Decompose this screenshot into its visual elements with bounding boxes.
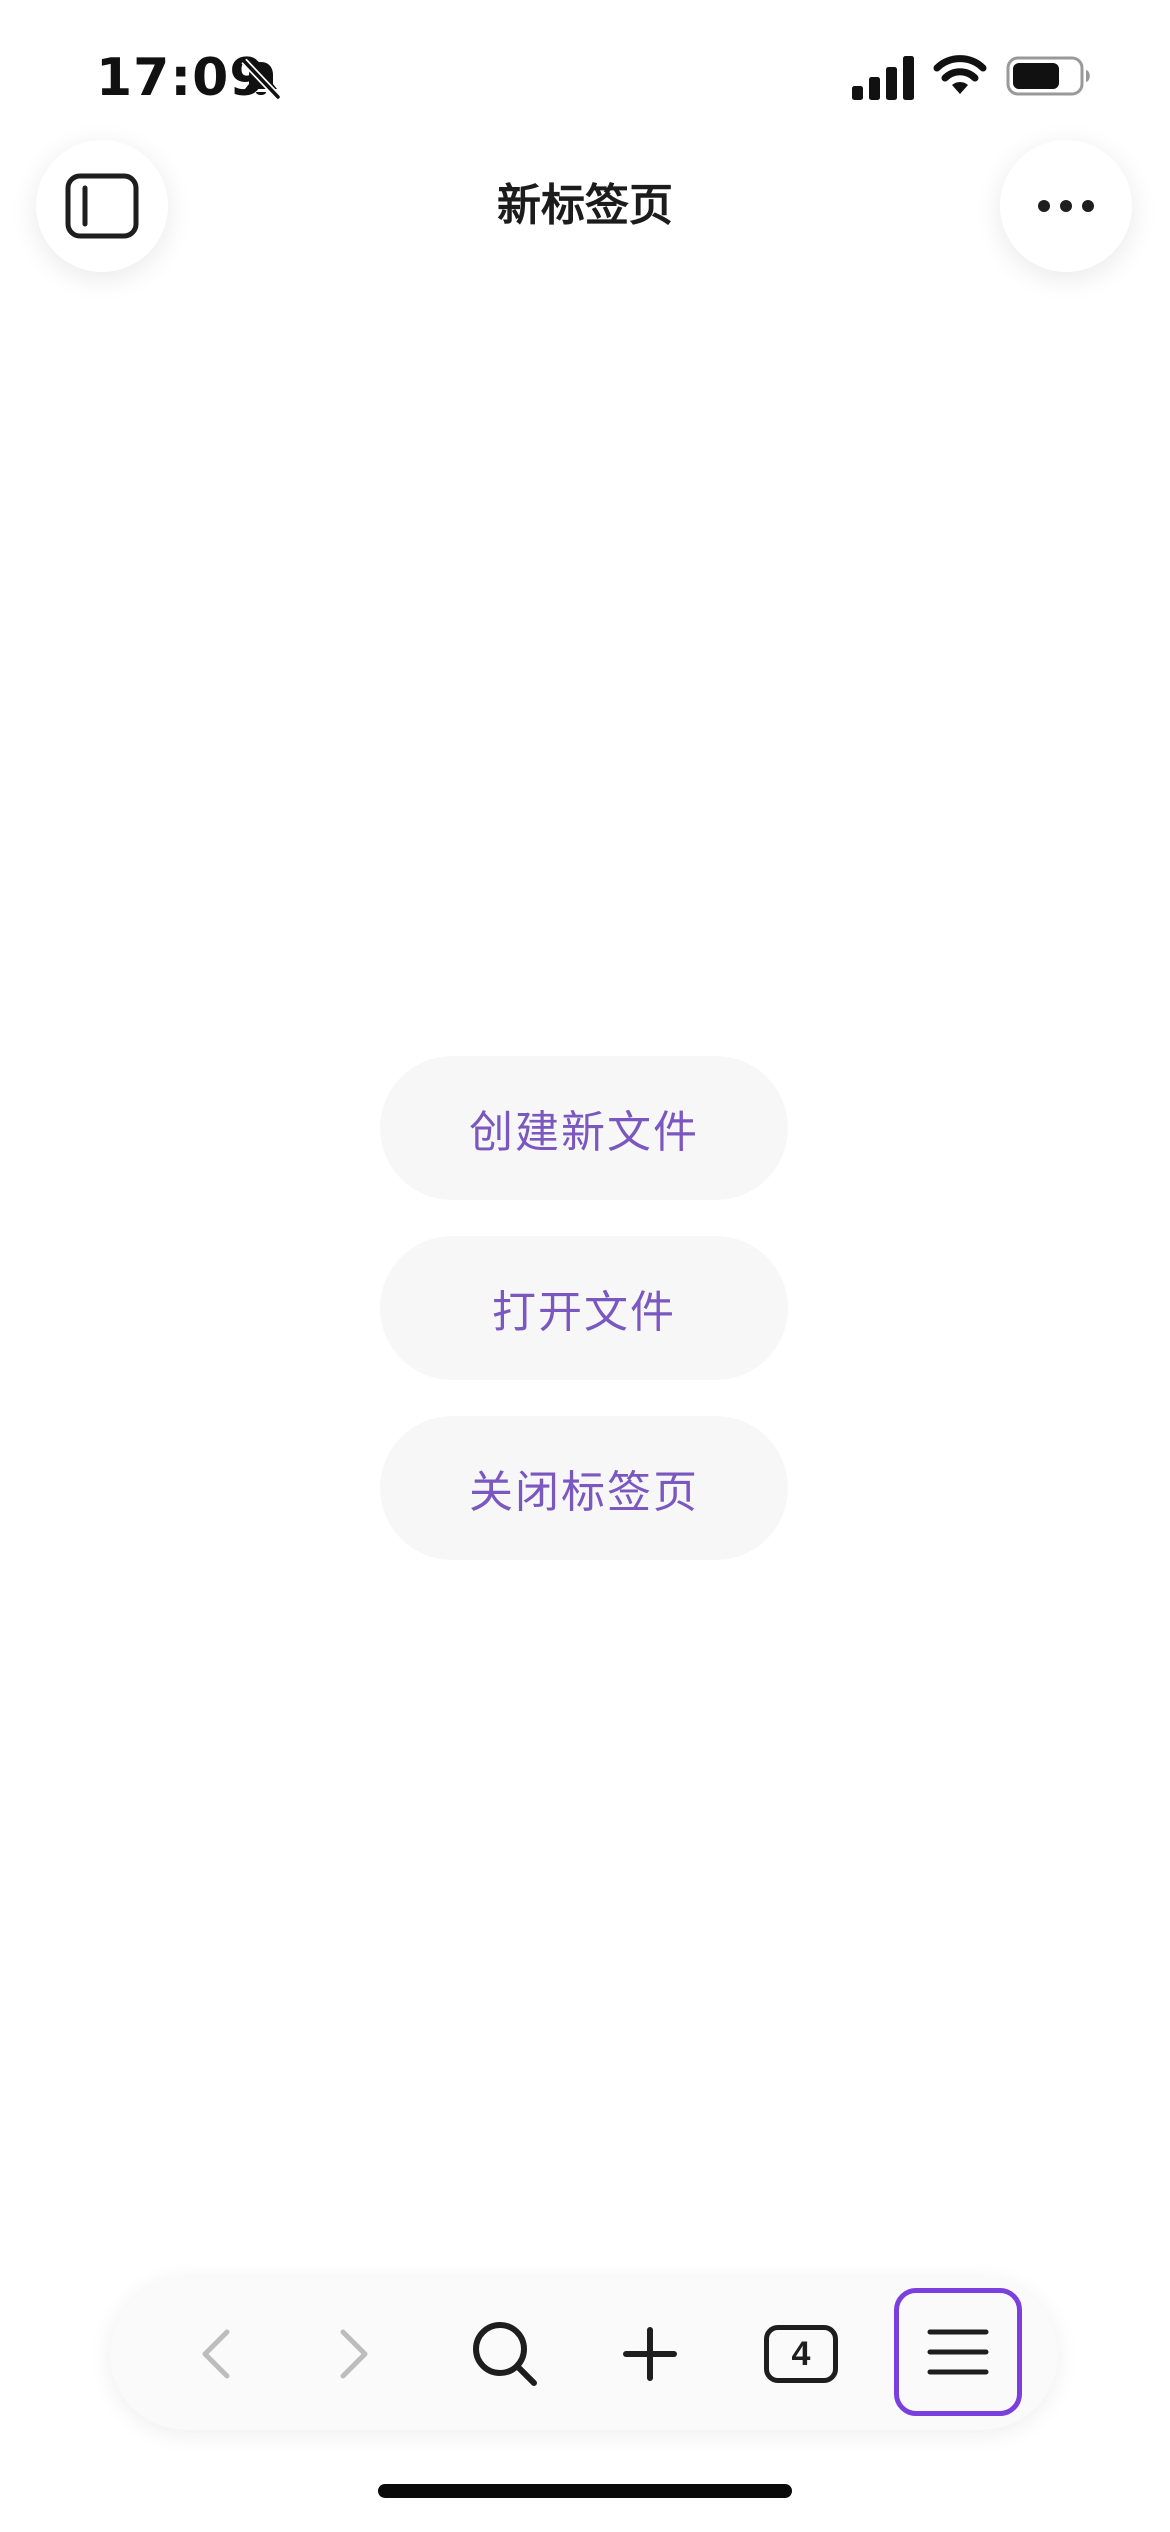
plus-icon <box>623 2327 677 2381</box>
search-icon <box>473 2322 537 2386</box>
more-horizontal-icon <box>1038 200 1094 212</box>
tabs-button[interactable]: 4 <box>746 2278 856 2430</box>
sidebar-toggle-button[interactable] <box>36 140 168 272</box>
back-button[interactable] <box>170 2278 260 2430</box>
open-file-button[interactable]: 打开文件 <box>380 1236 788 1380</box>
new-tab-button[interactable] <box>600 2278 700 2430</box>
wifi-icon <box>933 55 987 94</box>
search-button[interactable] <box>455 2278 555 2430</box>
forward-arrow-icon <box>340 2329 368 2379</box>
create-new-file-button[interactable]: 创建新文件 <box>380 1056 788 1200</box>
battery-icon <box>1006 56 1090 96</box>
close-tab-button[interactable]: 关闭标签页 <box>380 1416 788 1560</box>
cellular-signal-icon <box>852 56 914 100</box>
page-title: 新标签页 <box>497 180 673 231</box>
back-arrow-icon <box>202 2329 230 2379</box>
tab-count-badge: 4 <box>764 2325 838 2383</box>
screen: 17:09 新标签页 创建新文件 打开文件 关闭标签页 4 <box>0 0 1170 2532</box>
more-options-button[interactable] <box>1000 140 1132 272</box>
menu-icon <box>927 2329 989 2375</box>
bottom-toolbar: 4 <box>110 2278 1058 2430</box>
forward-button[interactable] <box>310 2278 400 2430</box>
sidebar-icon <box>65 173 139 239</box>
bell-slash-icon <box>241 58 281 100</box>
home-indicator[interactable] <box>378 2484 792 2498</box>
menu-button[interactable] <box>894 2288 1022 2416</box>
